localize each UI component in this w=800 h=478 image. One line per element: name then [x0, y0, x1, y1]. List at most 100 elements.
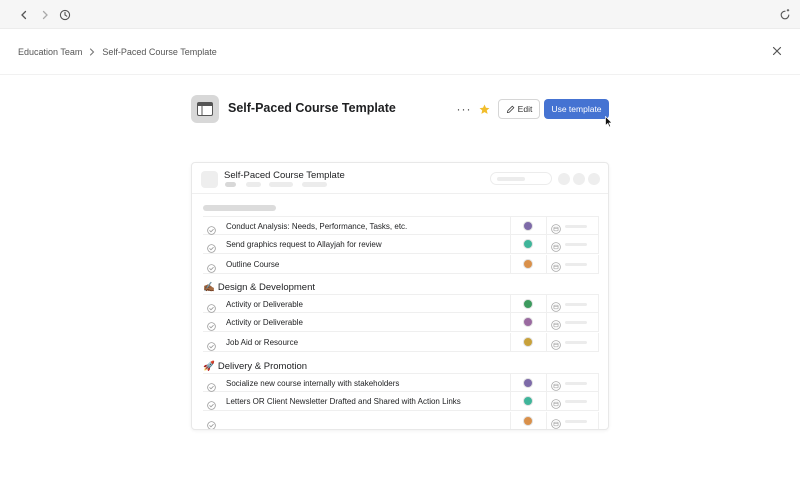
preview-header: Self-Paced Course Template — [192, 163, 608, 194]
column-divider — [546, 217, 547, 236]
section-title: 🚀 Delivery & Promotion — [203, 361, 307, 372]
assignee-avatar — [523, 415, 533, 426]
column-divider — [546, 411, 547, 429]
column-divider — [510, 235, 511, 255]
task-name: Send graphics request to Allayjah for re… — [226, 240, 382, 250]
assignee-avatar — [523, 258, 533, 269]
preview-tab-placeholder — [225, 182, 236, 187]
calendar-icon — [551, 239, 561, 253]
column-divider — [510, 295, 511, 314]
task-name: Job Aid or Resource — [226, 337, 299, 347]
task-row: Activity or Deliverable — [203, 313, 599, 333]
column-divider — [510, 374, 511, 393]
column-divider — [598, 392, 599, 412]
breadcrumb-parent[interactable]: Education Team — [18, 47, 82, 57]
due-date-placeholder — [565, 243, 587, 247]
preview-avatar-placeholder — [588, 173, 600, 185]
chevron-right-icon — [90, 48, 95, 56]
sync-button[interactable] — [776, 6, 794, 24]
template-preview: Self-Paced Course Template Conduct Analy… — [191, 162, 609, 430]
column-divider — [546, 235, 547, 255]
top-bar — [0, 0, 800, 29]
due-date-placeholder — [565, 321, 587, 325]
assignee-avatar — [523, 317, 533, 328]
chevron-left-icon — [21, 10, 27, 20]
task-name: Activity or Deliverable — [226, 318, 303, 328]
due-date-placeholder — [565, 400, 587, 404]
task-row: Job Aid or Resource — [203, 332, 599, 352]
task-row: Socialize new course internally with sta… — [203, 373, 599, 393]
calendar-icon — [551, 416, 561, 429]
preview-avatar-placeholder — [573, 173, 585, 185]
column-divider — [598, 217, 599, 236]
calendar-icon — [551, 259, 561, 272]
column-divider — [546, 313, 547, 333]
column-divider — [510, 411, 511, 429]
pencil-icon — [506, 105, 514, 113]
task-row — [203, 411, 599, 429]
calendar-icon — [551, 337, 561, 350]
preview-project-icon — [201, 171, 218, 188]
column-divider — [546, 332, 547, 352]
page-title: Self-Paced Course Template — [228, 101, 396, 115]
template-icon — [197, 102, 213, 116]
history-button[interactable] — [56, 6, 74, 24]
column-divider — [546, 254, 547, 274]
preview-avatar-placeholder — [558, 173, 570, 185]
breadcrumb-current: Self-Paced Course Template — [102, 47, 217, 57]
column-divider — [510, 254, 511, 274]
check-circle-icon — [207, 397, 216, 411]
task-name: Conduct Analysis: Needs, Performance, Ta… — [226, 222, 408, 231]
task-name: Outline Course — [226, 259, 280, 269]
column-divider — [510, 332, 511, 352]
check-circle-icon — [207, 338, 216, 351]
due-date-placeholder — [565, 382, 587, 385]
section-title-text: Delivery & Promotion — [217, 361, 308, 372]
header-divider — [0, 74, 800, 75]
section-title: ✍🏾 Design & Development — [203, 282, 315, 293]
column-divider — [598, 411, 599, 429]
column-divider — [510, 217, 511, 236]
close-button[interactable] — [770, 44, 784, 58]
calendar-icon — [551, 221, 561, 234]
use-template-button[interactable]: Use template — [544, 99, 609, 119]
check-circle-icon — [207, 379, 216, 392]
task-name: Activity or Deliverable — [226, 300, 303, 309]
preview-tab-placeholder — [246, 182, 261, 187]
mouse-cursor-icon — [605, 116, 613, 128]
section-emoji: 🚀 — [203, 361, 215, 372]
more-button[interactable]: ··· — [456, 102, 472, 116]
chevron-right-icon — [42, 10, 48, 20]
check-circle-icon — [207, 240, 216, 254]
task-row: Activity or Deliverable — [203, 294, 599, 314]
due-date-placeholder — [565, 303, 587, 306]
column-divider — [510, 392, 511, 412]
task-name: Socialize new course internally with sta… — [226, 379, 400, 388]
forward-button[interactable] — [36, 6, 54, 24]
back-button[interactable] — [15, 6, 33, 24]
assignee-avatar — [523, 299, 533, 309]
task-row: Conduct Analysis: Needs, Performance, Ta… — [203, 216, 599, 236]
check-circle-icon — [207, 222, 216, 235]
breadcrumb-separator — [89, 48, 95, 56]
column-divider — [598, 254, 599, 274]
column-divider — [598, 374, 599, 393]
column-divider — [546, 374, 547, 393]
preview-tab-placeholder — [269, 182, 293, 187]
assignee-avatar — [523, 378, 533, 388]
check-circle-icon — [207, 417, 216, 429]
favorite-button[interactable] — [477, 102, 491, 116]
clock-icon — [59, 9, 71, 21]
task-row: Outline Course — [203, 254, 599, 274]
calendar-icon — [551, 299, 561, 312]
edit-button[interactable]: Edit — [498, 99, 540, 119]
edit-button-label: Edit — [517, 104, 533, 114]
column-divider — [510, 313, 511, 333]
section-emoji: ✍🏾 — [203, 282, 215, 293]
due-date-placeholder — [565, 340, 587, 344]
close-icon — [772, 46, 782, 56]
calendar-icon — [551, 396, 561, 410]
calendar-icon — [551, 378, 561, 391]
column-divider — [598, 313, 599, 333]
preview-tab-placeholder — [302, 182, 327, 187]
